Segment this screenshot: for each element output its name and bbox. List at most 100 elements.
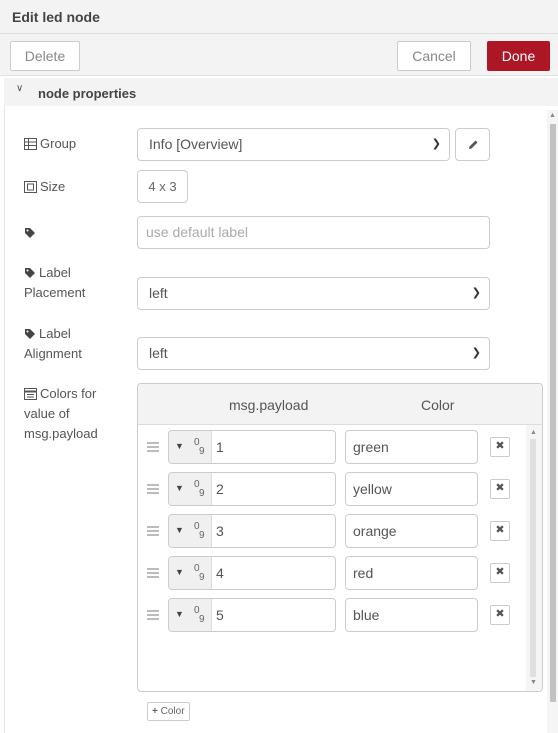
caret-down-icon: ▼ [175, 525, 184, 535]
section-header-node-properties[interactable]: ∨ node properties [4, 78, 558, 106]
label-input-placeholder: use default label [146, 224, 248, 240]
label-alignment-select[interactable]: left ❯ [137, 337, 490, 370]
colors-label-line2: value of [24, 406, 70, 421]
tag-icon [24, 326, 39, 341]
payload-value: 5 [216, 607, 224, 623]
section-title: node properties [38, 86, 137, 101]
list-scrollbar[interactable]: ▲ ▼ [526, 425, 542, 691]
size-label: Size [24, 177, 65, 197]
payload-value: 4 [216, 565, 224, 581]
divider [4, 106, 5, 733]
list-item: ▼ 09 4 red ✖ [138, 556, 528, 592]
number-type-icon: 09 [194, 521, 205, 541]
list-icon [24, 386, 40, 401]
close-icon: ✖ [495, 608, 505, 620]
cancel-button[interactable]: Cancel [397, 41, 471, 71]
type-selector[interactable]: ▼ 09 [169, 515, 212, 547]
scroll-down-icon[interactable]: ▼ [530, 679, 537, 686]
number-type-icon: 09 [194, 479, 205, 499]
drag-handle-icon[interactable] [147, 442, 159, 452]
color-input[interactable]: green [345, 430, 478, 464]
label-alignment-line1: Label [39, 326, 71, 341]
list-item: ▼ 09 5 blue ✖ [138, 598, 528, 634]
edit-group-button[interactable] [455, 128, 490, 161]
colors-label-line3: msg.payload [24, 426, 98, 441]
payload-typed-input[interactable]: ▼ 09 1 [168, 430, 336, 464]
group-label: Group [24, 134, 76, 154]
column-header-color: Color [421, 397, 455, 413]
type-selector[interactable]: ▼ 09 [169, 431, 212, 463]
chevron-down-icon: ❯ [471, 347, 481, 359]
colors-list: msg.payload Color ▼ 09 1 green ✖ ▼ 09 2 … [137, 383, 543, 692]
done-button[interactable]: Done [487, 41, 550, 71]
scroll-up-icon[interactable]: ▲ [549, 112, 556, 119]
scrollbar-thumb[interactable] [550, 124, 556, 702]
number-type-icon: 09 [194, 437, 205, 457]
size-button[interactable]: 4 x 3 [137, 170, 188, 203]
remove-row-button[interactable]: ✖ [490, 605, 510, 625]
color-input[interactable]: orange [345, 514, 478, 548]
chevron-down-icon: ❯ [431, 138, 441, 150]
scrollbar[interactable]: ▲ [547, 110, 558, 733]
caret-down-icon: ▼ [175, 567, 184, 577]
color-input[interactable]: red [345, 556, 478, 590]
drag-handle-icon[interactable] [147, 568, 159, 578]
remove-row-button[interactable]: ✖ [490, 521, 510, 541]
colors-label: Colors for value of msg.payload [24, 384, 98, 444]
label-field-label [24, 223, 39, 243]
list-scrollbar-thumb[interactable] [530, 439, 536, 677]
caret-down-icon: ▼ [175, 609, 184, 619]
scroll-up-icon[interactable]: ▲ [530, 429, 537, 436]
size-label-text: Size [40, 179, 66, 194]
payload-typed-input[interactable]: ▼ 09 4 [168, 556, 336, 590]
payload-typed-input[interactable]: ▼ 09 5 [168, 598, 336, 632]
dialog-title: Edit led node [12, 9, 100, 25]
colors-list-header: msg.payload Color [138, 384, 542, 425]
close-icon: ✖ [495, 524, 505, 536]
label-placement-select[interactable]: left ❯ [137, 277, 490, 310]
plus-icon: + [152, 706, 158, 717]
color-input[interactable]: blue [345, 598, 478, 632]
group-select[interactable]: Info [Overview] ❯ [137, 128, 450, 161]
group-label-text: Group [40, 136, 77, 151]
drag-handle-icon[interactable] [147, 526, 159, 536]
remove-row-button[interactable]: ✖ [490, 563, 510, 583]
chevron-down-icon: ❯ [471, 287, 481, 299]
payload-typed-input[interactable]: ▼ 09 3 [168, 514, 336, 548]
type-selector[interactable]: ▼ 09 [169, 599, 212, 631]
payload-value: 1 [216, 439, 224, 455]
close-icon: ✖ [495, 482, 505, 494]
label-input[interactable]: use default label [137, 216, 490, 249]
drag-handle-icon[interactable] [147, 484, 159, 494]
delete-button[interactable]: Delete [10, 41, 80, 71]
number-type-icon: 09 [194, 605, 205, 625]
resize-icon [24, 179, 40, 194]
caret-down-icon: ▼ [175, 441, 184, 451]
label-placement-line1: Label [39, 265, 71, 280]
pencil-icon [467, 138, 479, 154]
label-alignment-label: Label Alignment [24, 324, 82, 364]
tag-icon [24, 225, 39, 240]
drag-handle-icon[interactable] [147, 610, 159, 620]
caret-down-icon: ▼ [175, 483, 184, 493]
label-placement-value: left [149, 285, 168, 301]
payload-typed-input[interactable]: ▼ 09 2 [168, 472, 336, 506]
type-selector[interactable]: ▼ 09 [169, 557, 212, 589]
colors-label-line1: Colors for [40, 386, 97, 401]
remove-row-button[interactable]: ✖ [490, 479, 510, 499]
type-selector[interactable]: ▼ 09 [169, 473, 212, 505]
color-input[interactable]: yellow [345, 472, 478, 506]
label-alignment-value: left [149, 345, 168, 361]
label-placement-label: Label Placement [24, 263, 85, 303]
add-color-button[interactable]: + Color [147, 702, 190, 721]
remove-row-button[interactable]: ✖ [490, 437, 510, 457]
table-icon [24, 136, 40, 151]
chevron-down-icon: ∨ [16, 83, 24, 94]
list-item: ▼ 09 2 yellow ✖ [138, 472, 528, 508]
dialog-header: Edit led node [0, 0, 558, 34]
list-item: ▼ 09 3 orange ✖ [138, 514, 528, 550]
close-icon: ✖ [495, 440, 505, 452]
list-item: ▼ 09 1 green ✖ [138, 430, 528, 466]
column-header-payload: msg.payload [229, 397, 309, 413]
tag-icon [24, 265, 39, 280]
